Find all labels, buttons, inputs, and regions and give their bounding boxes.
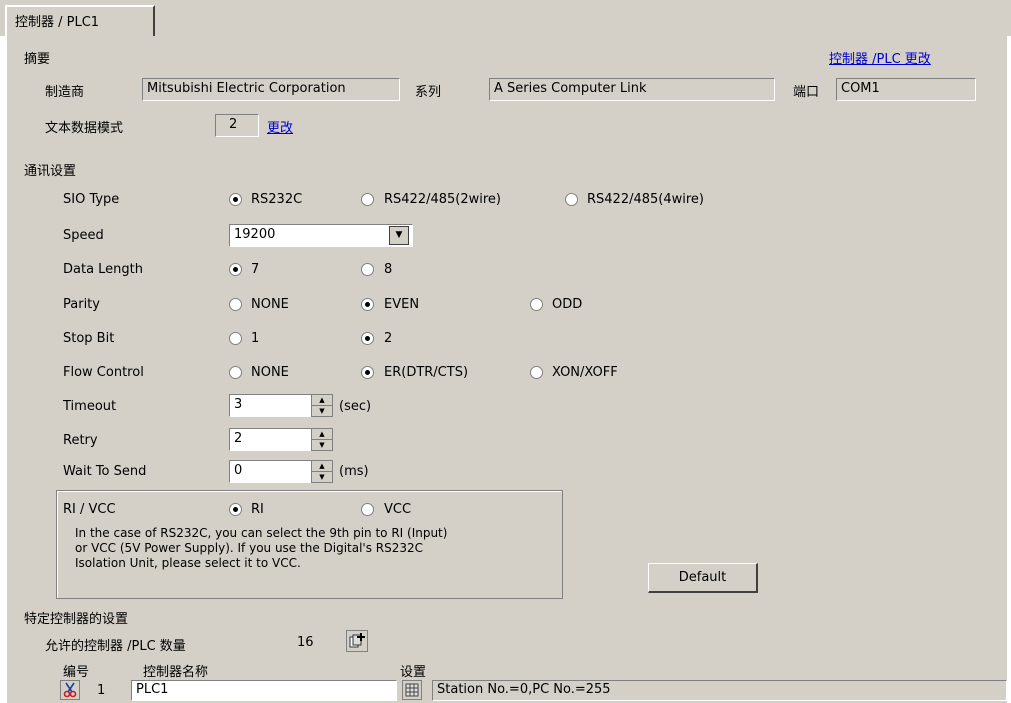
sio-rs422-4wire-label: RS422/485(4wire) bbox=[587, 192, 705, 207]
ri-vcc-note-line-1: In the case of RS232C, you can select th… bbox=[75, 526, 448, 540]
flow-xon-radio[interactable] bbox=[530, 366, 543, 379]
timeout-label: Timeout bbox=[63, 399, 117, 414]
flow-control-label: Flow Control bbox=[63, 365, 144, 380]
retry-input[interactable]: 2 bbox=[229, 428, 313, 451]
wait-to-send-label: Wait To Send bbox=[63, 464, 147, 479]
retry-value: 2 bbox=[234, 431, 243, 446]
series-value: A Series Computer Link bbox=[494, 81, 647, 96]
default-button-label: Default bbox=[678, 570, 727, 585]
tab-strip: 控制器 / PLC1 bbox=[0, 0, 1011, 37]
timeout-value: 3 bbox=[234, 397, 243, 412]
maker-label: 制造商 bbox=[45, 85, 85, 100]
dropdown-arrow-icon[interactable]: ▼ bbox=[389, 226, 409, 245]
parity-even-radio[interactable] bbox=[361, 298, 374, 311]
device-name-input[interactable]: PLC1 bbox=[131, 680, 397, 701]
timeout-unit: (sec) bbox=[339, 399, 372, 414]
port-value: COM1 bbox=[841, 81, 880, 96]
sio-rs422-4wire-radio[interactable] bbox=[565, 193, 578, 206]
data-length-7-label: 7 bbox=[251, 262, 260, 277]
parity-none-label: NONE bbox=[251, 297, 289, 312]
settings-panel bbox=[7, 36, 1007, 703]
flow-none-label: NONE bbox=[251, 365, 289, 380]
spin-up-icon[interactable]: ▲ bbox=[312, 395, 332, 406]
add-device-icon[interactable] bbox=[346, 630, 368, 652]
stop-bit-2-radio[interactable] bbox=[361, 332, 374, 345]
ri-label: RI bbox=[251, 502, 264, 517]
spin-down-icon[interactable]: ▼ bbox=[312, 406, 332, 416]
maker-value: Mitsubishi Electric Corporation bbox=[147, 81, 346, 96]
ri-vcc-note-line-3: Isolation Unit, please select it to VCC. bbox=[75, 556, 301, 570]
ri-vcc-label: RI / VCC bbox=[63, 502, 116, 517]
tab-label: 控制器 / PLC1 bbox=[15, 15, 100, 30]
summary-heading: 摘要 bbox=[24, 52, 51, 67]
spin-up-icon[interactable]: ▲ bbox=[312, 461, 332, 472]
default-button[interactable]: Default bbox=[648, 563, 758, 593]
device-heading: 特定控制器的设置 bbox=[24, 612, 129, 627]
flow-xon-label: XON/XOFF bbox=[552, 365, 618, 380]
spin-up-icon[interactable]: ▲ bbox=[312, 429, 332, 440]
speed-value: 19200 bbox=[234, 227, 276, 242]
wait-to-send-spinner[interactable]: ▲ ▼ bbox=[311, 460, 333, 483]
device-name-value: PLC1 bbox=[136, 682, 169, 697]
data-length-8-label: 8 bbox=[384, 262, 393, 277]
sio-type-label: SIO Type bbox=[63, 192, 120, 207]
stop-bit-1-label: 1 bbox=[251, 331, 260, 346]
stop-bit-1-radio[interactable] bbox=[229, 332, 242, 345]
vcc-label: VCC bbox=[384, 502, 412, 517]
port-field: COM1 bbox=[836, 78, 976, 101]
retry-spinner[interactable]: ▲ ▼ bbox=[311, 428, 333, 451]
flow-er-radio[interactable] bbox=[361, 366, 374, 379]
series-field: A Series Computer Link bbox=[489, 78, 775, 101]
allowed-devices-value: 16 bbox=[297, 635, 314, 650]
ri-radio[interactable] bbox=[229, 503, 242, 516]
flow-er-label: ER(DTR/CTS) bbox=[384, 365, 469, 380]
flow-none-radio[interactable] bbox=[229, 366, 242, 379]
tab-plc1[interactable]: 控制器 / PLC1 bbox=[5, 5, 155, 37]
ri-vcc-note-line-2: or VCC (5V Power Supply). If you use the… bbox=[75, 541, 424, 555]
text-mode-field: 2 bbox=[215, 114, 259, 137]
sio-rs232c-label: RS232C bbox=[251, 192, 303, 207]
sio-rs422-2wire-radio[interactable] bbox=[361, 193, 374, 206]
cut-icon[interactable] bbox=[60, 680, 80, 700]
device-settings-value: Station No.=0,PC No.=255 bbox=[437, 682, 611, 697]
stop-bit-label: Stop Bit bbox=[63, 331, 115, 346]
spin-down-icon[interactable]: ▼ bbox=[312, 440, 332, 450]
parity-odd-radio[interactable] bbox=[530, 298, 543, 311]
spin-down-icon[interactable]: ▼ bbox=[312, 472, 332, 482]
series-label: 系列 bbox=[415, 85, 442, 100]
stop-bit-2-label: 2 bbox=[384, 331, 393, 346]
speed-label: Speed bbox=[63, 228, 104, 243]
text-mode-value: 2 bbox=[229, 117, 238, 132]
comm-heading: 通讯设置 bbox=[24, 164, 77, 179]
wait-to-send-value: 0 bbox=[234, 463, 243, 478]
parity-label: Parity bbox=[63, 297, 100, 312]
sio-rs232c-radio[interactable] bbox=[229, 193, 242, 206]
timeout-input[interactable]: 3 bbox=[229, 394, 313, 417]
wait-to-send-unit: (ms) bbox=[339, 464, 369, 479]
sio-rs422-2wire-label: RS422/485(2wire) bbox=[384, 192, 502, 207]
col-name-header: 控制器名称 bbox=[143, 665, 209, 680]
port-label: 端口 bbox=[793, 85, 820, 100]
data-length-label: Data Length bbox=[63, 262, 144, 277]
retry-label: Retry bbox=[63, 433, 98, 448]
settings-icon[interactable] bbox=[402, 680, 422, 700]
data-length-8-radio[interactable] bbox=[361, 263, 374, 276]
parity-even-label: EVEN bbox=[384, 297, 420, 312]
timeout-spinner[interactable]: ▲ ▼ bbox=[311, 394, 333, 417]
data-length-7-radio[interactable] bbox=[229, 263, 242, 276]
allowed-devices-label: 允许的控制器 /PLC 数量 bbox=[45, 639, 186, 654]
change-device-link[interactable]: 控制器 /PLC 更改 bbox=[829, 48, 931, 67]
parity-odd-label: ODD bbox=[552, 297, 583, 312]
parity-none-radio[interactable] bbox=[229, 298, 242, 311]
col-settings-header: 设置 bbox=[400, 665, 427, 680]
wait-to-send-input[interactable]: 0 bbox=[229, 460, 313, 483]
speed-select[interactable]: 19200 bbox=[229, 224, 413, 247]
vcc-radio[interactable] bbox=[361, 503, 374, 516]
text-mode-label: 文本数据模式 bbox=[45, 121, 124, 136]
maker-field: Mitsubishi Electric Corporation bbox=[142, 78, 400, 101]
device-settings-field: Station No.=0,PC No.=255 bbox=[432, 680, 1007, 701]
device-row-no: 1 bbox=[97, 683, 106, 698]
text-mode-change-link[interactable]: 更改 bbox=[267, 117, 293, 136]
col-no-header: 编号 bbox=[63, 665, 90, 680]
